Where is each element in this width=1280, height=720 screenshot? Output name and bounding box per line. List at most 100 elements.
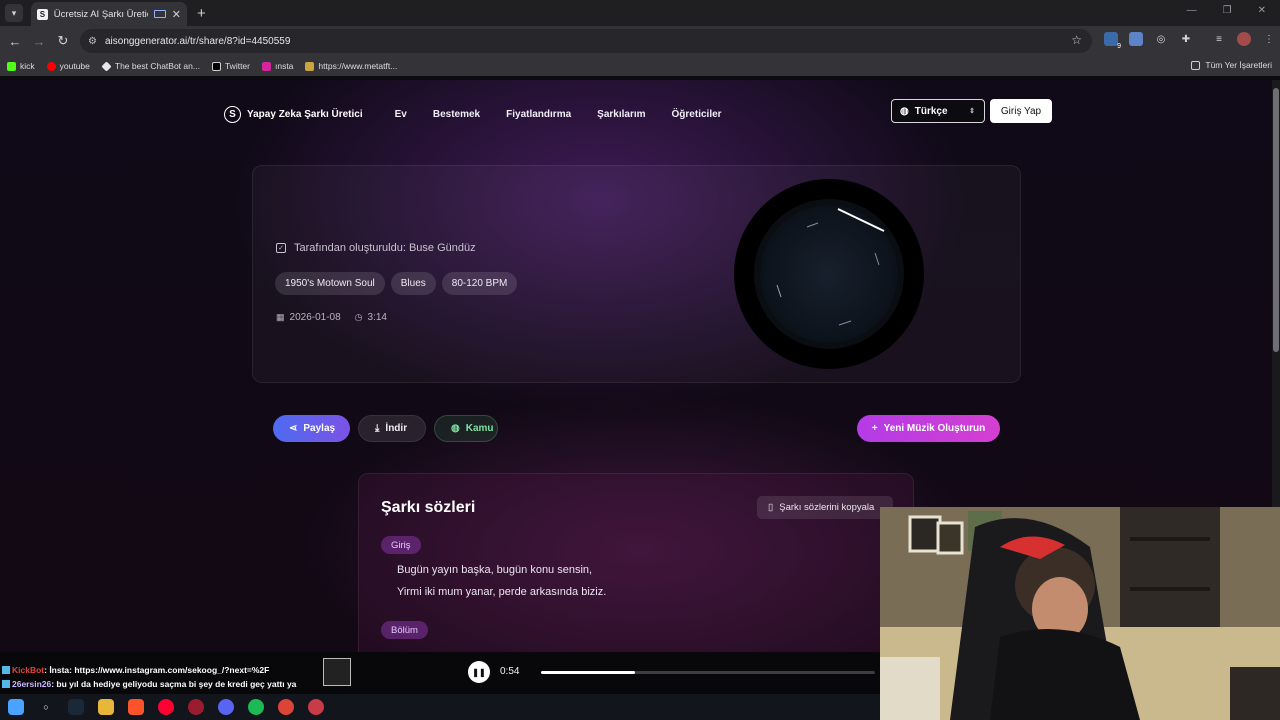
chat-text: : İnsta: https://www.instagram.com/sekoo… — [44, 665, 270, 675]
forward-icon[interactable]: → — [27, 34, 51, 49]
back-icon[interactable]: ← — [3, 34, 27, 49]
tab-list-chevron-icon[interactable]: ▾ — [5, 4, 23, 22]
song-card: ✓ Tarafından oluşturuldu: Buse Gündüz 19… — [252, 165, 1021, 383]
bookmark-star-icon[interactable]: ☆ — [1071, 33, 1082, 47]
share-button[interactable]: ⋖ Paylaş — [273, 415, 350, 442]
song-meta: ▦ 2026-01-08 ◷ 3:14 — [276, 312, 387, 323]
bookmark-chatbot[interactable]: The best ChatBot an... — [101, 60, 200, 72]
lyrics-section-label: Bölüm — [381, 621, 428, 639]
discord-icon[interactable] — [218, 699, 234, 715]
tag-bpm: 80-120 BPM — [441, 272, 518, 295]
chat-text: : bu yıl da hediye geliyodu saçma bi şey… — [51, 679, 297, 689]
browser-tab-bar: ▾ S Ücretsiz AI Şarkı Üretici - AI ✕ + —… — [0, 0, 1280, 26]
site-logo-icon[interactable]: S — [224, 105, 241, 123]
restore-icon[interactable]: ❐ — [1223, 5, 1232, 16]
main-nav: Ev Bestemek Fiyatlandırma Şarkılarım Öğr… — [395, 109, 722, 120]
share-icon: ⋖ — [289, 423, 298, 434]
windows-start-icon[interactable] — [8, 699, 24, 715]
browser-toolbar: ← → ↻ ⚙ aisonggenerator.ai/tr/share/8?id… — [0, 26, 1280, 56]
song-tags: 1950's Motown Soul Blues 80-120 BPM — [275, 272, 518, 295]
create-new-music-button[interactable]: + Yeni Müzik Oluşturun — [857, 415, 1000, 442]
bookmark-metatft[interactable]: https://www.metatft... — [305, 61, 397, 71]
webcam-overlay — [880, 507, 1280, 720]
minimize-icon[interactable]: — — [1187, 5, 1197, 16]
calendar-icon: ▦ — [276, 312, 285, 322]
media-controls-icon[interactable]: ≡ — [1212, 32, 1226, 46]
brave-icon[interactable] — [128, 699, 144, 715]
pause-button[interactable]: ❚❚ — [468, 661, 490, 683]
select-chevron-icon: ⇕ — [969, 108, 975, 115]
close-window-icon[interactable]: ✕ — [1258, 5, 1266, 16]
login-button[interactable]: Giriş Yap — [990, 99, 1052, 123]
lyric-line: Yirmi iki mum yanar, perde arkasında biz… — [397, 586, 607, 598]
bookmark-insta[interactable]: ınsta — [261, 61, 293, 71]
kick-icon — [7, 61, 16, 71]
url-text: aisonggenerator.ai/tr/share/8?id=4450559 — [104, 35, 291, 47]
nav-home[interactable]: Ev — [395, 109, 407, 120]
reload-icon[interactable]: ↻ — [51, 33, 75, 49]
nav-compose[interactable]: Bestemek — [433, 109, 480, 120]
site-logo-text[interactable]: Yapay Zeka Şarkı Üretici — [247, 109, 363, 120]
creator-text: Tarafından oluşturuldu: Buse Gündüz — [294, 242, 476, 254]
youtube-icon — [46, 61, 56, 71]
language-value: Türkçe — [914, 105, 948, 117]
valorant-icon[interactable] — [188, 699, 204, 715]
track-thumbnail — [323, 658, 351, 686]
media-cast-icon[interactable] — [1129, 32, 1143, 46]
progress-fill — [541, 671, 635, 674]
checkbox-square-icon: ✓ — [276, 243, 286, 253]
youtube-music-icon[interactable] — [158, 699, 174, 715]
bookmark-youtube[interactable]: youtube — [46, 61, 90, 71]
lyric-line: Bugün yayın başka, bugün konu sensin, — [397, 564, 593, 576]
steam-icon[interactable] — [68, 699, 84, 715]
x-twitter-icon — [211, 61, 221, 71]
browser-tab[interactable]: S Ücretsiz AI Şarkı Üretici - AI ✕ — [31, 2, 187, 26]
extension-icon[interactable]: 9 — [1104, 32, 1121, 50]
metatft-icon — [305, 61, 315, 71]
nav-pricing[interactable]: Fiyatlandırma — [506, 109, 571, 120]
scrollbar-thumb[interactable] — [1273, 88, 1279, 352]
chat-username: 26ersin26 — [12, 679, 52, 689]
chat-badge-icon — [2, 666, 10, 674]
download-button[interactable]: ⤓ İndir — [358, 415, 426, 442]
globe-green-icon: ◍ — [451, 423, 460, 434]
extensions-puzzle-icon[interactable]: ✚ — [1179, 32, 1193, 46]
site-favicon-icon: S — [37, 8, 48, 20]
chatbot-icon — [101, 60, 112, 72]
tag-style: 1950's Motown Soul — [275, 272, 385, 295]
bookmark-twitter[interactable]: Twitter — [211, 61, 250, 71]
all-bookmarks[interactable]: Tüm Yer İşaretleri — [1191, 60, 1272, 70]
lyrics-title: Şarkı sözleri — [381, 499, 476, 516]
vinyl-record-visual — [734, 179, 924, 369]
plus-icon: + — [871, 423, 878, 434]
webcam-feed — [880, 507, 1280, 720]
site-header: S Yapay Zeka Şarkı Üretici Ev Bestemek F… — [224, 99, 1054, 126]
chrome-menu-icon[interactable]: ⋮ — [1262, 32, 1276, 46]
close-tab-icon[interactable]: ✕ — [172, 8, 181, 21]
tag-genre: Blues — [390, 272, 436, 295]
nav-my-songs[interactable]: Şarkılarım — [597, 109, 645, 120]
site-info-icon[interactable]: ⚙ — [88, 36, 97, 47]
spotify-icon[interactable] — [248, 699, 264, 715]
chat-username: KickBot — [12, 665, 45, 675]
profile-avatar[interactable] — [1237, 32, 1251, 46]
bookmarks-bar: kick youtube The best ChatBot an... Twit… — [0, 56, 1280, 76]
bookmark-kick[interactable]: kick — [7, 61, 35, 71]
search-icon[interactable]: ○ — [38, 699, 54, 715]
copy-lyrics-button[interactable]: ▯ Şarkı sözlerini kopyala — [757, 496, 893, 519]
glasses-extension-icon[interactable]: ◎ — [1154, 32, 1168, 46]
new-tab-icon[interactable]: + — [197, 5, 206, 22]
language-select[interactable]: ◍ Türkçe ⇕ — [891, 99, 985, 123]
address-bar[interactable]: ⚙ aisonggenerator.ai/tr/share/8?id=44505… — [80, 29, 1092, 53]
public-toggle-button[interactable]: ◍ Kamu — [434, 415, 498, 442]
chrome-icon[interactable] — [278, 699, 294, 715]
lyrics-card: Şarkı sözleri ▯ Şarkı sözlerini kopyala … — [358, 473, 914, 653]
app-icon[interactable] — [308, 699, 324, 715]
chat-badge-icon — [2, 680, 10, 688]
chat-message: KickBot: İnsta: https://www.instagram.co… — [2, 664, 302, 676]
song-duration: ◷ 3:14 — [354, 312, 387, 323]
progress-track[interactable] — [541, 671, 875, 674]
nav-tutorials[interactable]: Öğreticiler — [672, 109, 722, 120]
file-explorer-icon[interactable] — [98, 699, 114, 715]
media-playing-icon[interactable] — [153, 10, 166, 18]
